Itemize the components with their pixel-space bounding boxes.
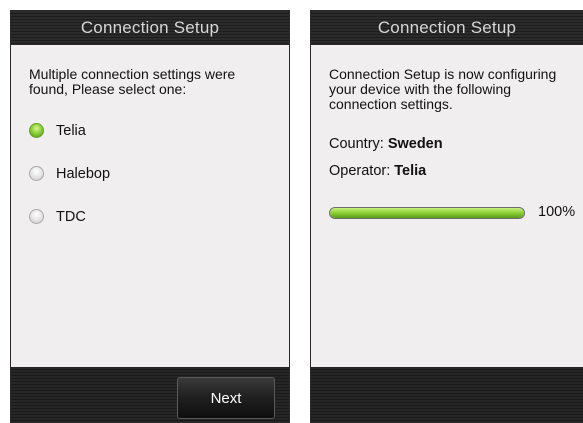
connection-setup-select-screen: Connection Setup Multiple connection set… bbox=[10, 10, 290, 423]
title-bar: Connection Setup bbox=[11, 11, 289, 45]
radio-button-icon[interactable] bbox=[29, 166, 44, 181]
progress-content: Connection Setup is now configuring your… bbox=[329, 67, 571, 188]
bottom-bar: Next bbox=[11, 367, 289, 422]
next-button[interactable]: Next bbox=[177, 377, 275, 419]
screen-title: Connection Setup bbox=[377, 18, 517, 37]
country-value: Sweden bbox=[387, 136, 443, 152]
option-tdc[interactable]: TDC bbox=[29, 206, 277, 227]
operator-row: Operator: Telia bbox=[329, 161, 571, 182]
option-label: Telia bbox=[56, 122, 86, 139]
radio-button-icon[interactable] bbox=[29, 209, 44, 224]
option-telia[interactable]: Telia bbox=[29, 120, 277, 141]
operator-value: Telia bbox=[394, 163, 427, 179]
progress-indicator: 100% bbox=[329, 204, 579, 221]
country-label: Country: bbox=[329, 136, 384, 152]
selection-instructions: Multiple connection settings were found,… bbox=[29, 66, 236, 97]
connection-settings: Country: Sweden Operator: Telia bbox=[329, 134, 571, 182]
radio-button-selected-icon[interactable] bbox=[29, 123, 44, 138]
connection-setup-progress-screen: Connection Setup Connection Setup is now… bbox=[310, 10, 583, 423]
selection-content: Multiple connection settings were found,… bbox=[29, 67, 277, 249]
bottom-bar bbox=[311, 367, 583, 422]
progress-bar-track bbox=[329, 207, 525, 219]
option-label: Halebop bbox=[56, 165, 111, 182]
configuration-message: Connection Setup is now configuring your… bbox=[329, 66, 557, 112]
connection-options-list: Telia Halebop TDC bbox=[29, 120, 277, 227]
screen-title: Connection Setup bbox=[80, 18, 220, 37]
option-label: TDC bbox=[56, 208, 86, 225]
progress-bar-fill bbox=[330, 208, 524, 218]
option-halebop[interactable]: Halebop bbox=[29, 163, 277, 184]
progress-percent: 100% bbox=[538, 204, 576, 220]
title-bar: Connection Setup bbox=[311, 11, 583, 45]
country-row: Country: Sweden bbox=[329, 134, 571, 155]
operator-label: Operator: bbox=[329, 163, 391, 179]
